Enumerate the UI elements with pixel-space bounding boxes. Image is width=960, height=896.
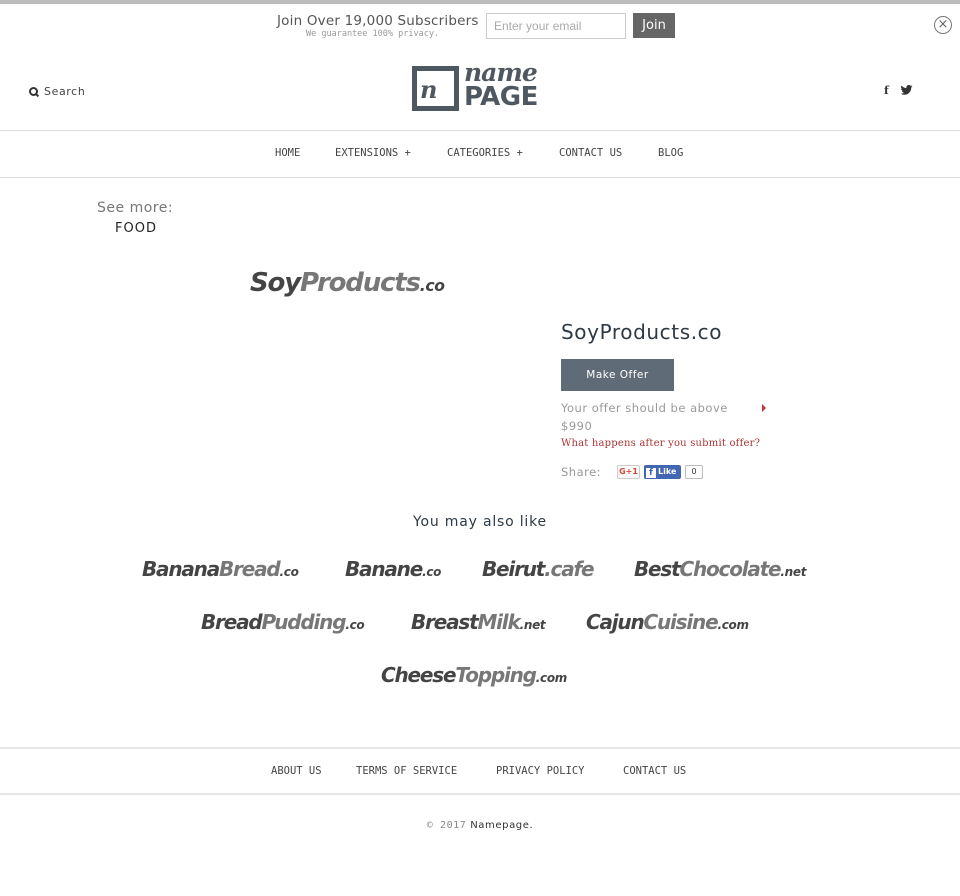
join-button[interactable]: Join bbox=[633, 13, 675, 38]
copyright-year: © 2017 bbox=[426, 820, 467, 831]
top-accent-bar bbox=[0, 0, 960, 4]
site-logo[interactable]: n name PAGE bbox=[412, 58, 550, 114]
nav-blog[interactable]: BLOG bbox=[658, 147, 683, 159]
footer-privacy-policy[interactable]: PRIVACY POLICY bbox=[496, 765, 585, 777]
subscribe-title: Join Over 19,000 Subscribers bbox=[277, 13, 479, 29]
see-more-label: See more: bbox=[97, 200, 174, 216]
make-offer-button[interactable]: Make Offer bbox=[561, 359, 674, 391]
search-link[interactable]: Search bbox=[29, 85, 85, 98]
also-like-heading: You may also like bbox=[413, 514, 547, 530]
email-input[interactable] bbox=[486, 13, 626, 39]
main-nav: HOME EXTENSIONS + CATEGORIES + CONTACT U… bbox=[0, 130, 960, 178]
search-icon bbox=[29, 86, 39, 97]
close-icon[interactable]: × bbox=[934, 16, 952, 34]
footer-contact-us[interactable]: CONTACT US bbox=[623, 765, 686, 777]
product-logo: SoyProducts.co bbox=[250, 268, 445, 298]
privacy-note: We guarantee 100% privacy. bbox=[306, 29, 440, 39]
offer-price: $990 bbox=[561, 419, 593, 433]
share-label: Share: bbox=[561, 465, 602, 479]
nav-extensions[interactable]: EXTENSIONS + bbox=[335, 147, 411, 159]
footer-nav: ABOUT US TERMS OF SERVICE PRIVACY POLICY… bbox=[0, 747, 960, 795]
google-plus-button[interactable]: G+1 bbox=[617, 465, 640, 479]
brand-link[interactable]: Namepage. bbox=[470, 820, 533, 831]
related-domain[interactable]: BestChocolate.net bbox=[634, 557, 807, 581]
facebook-icon: f bbox=[646, 468, 656, 478]
related-domain[interactable]: Banane.co bbox=[345, 557, 441, 581]
facebook-icon[interactable]: f bbox=[884, 84, 889, 97]
footer-about-us[interactable]: ABOUT US bbox=[271, 765, 322, 777]
facebook-like-button[interactable]: f Like bbox=[644, 465, 681, 479]
copyright: © 2017 Namepage. bbox=[0, 820, 960, 831]
related-domain[interactable]: BananaBread.co bbox=[142, 557, 299, 581]
footer-terms-of-service[interactable]: TERMS OF SERVICE bbox=[356, 765, 457, 777]
product-title: SoyProducts.co bbox=[561, 320, 723, 344]
category-link-food[interactable]: FOOD bbox=[115, 221, 157, 236]
nav-home[interactable]: HOME bbox=[275, 147, 300, 159]
logo-text-page: PAGE bbox=[464, 82, 538, 112]
nav-contact-us[interactable]: CONTACT US bbox=[559, 147, 622, 159]
related-domain[interactable]: BreastMilk.net bbox=[411, 610, 546, 634]
facebook-like-count: 0 bbox=[685, 465, 703, 479]
offer-note: Your offer should be above bbox=[561, 401, 728, 415]
related-domain[interactable]: CajunCuisine.com bbox=[586, 610, 749, 634]
twitter-icon[interactable] bbox=[900, 84, 913, 98]
logo-mark: n bbox=[412, 66, 459, 111]
nav-categories[interactable]: CATEGORIES + bbox=[447, 147, 523, 159]
related-domain[interactable]: BreadPudding.co bbox=[201, 610, 365, 634]
subscribe-bar: Join Over 19,000 Subscribers We guarante… bbox=[0, 12, 960, 44]
related-domain[interactable]: CheeseTopping.com bbox=[381, 663, 567, 687]
related-domain[interactable]: Beirut.cafe bbox=[482, 557, 595, 581]
what-happens-link[interactable]: What happens after you submit offer? bbox=[561, 438, 760, 449]
search-label: Search bbox=[44, 85, 86, 98]
caret-right-icon bbox=[762, 404, 766, 412]
